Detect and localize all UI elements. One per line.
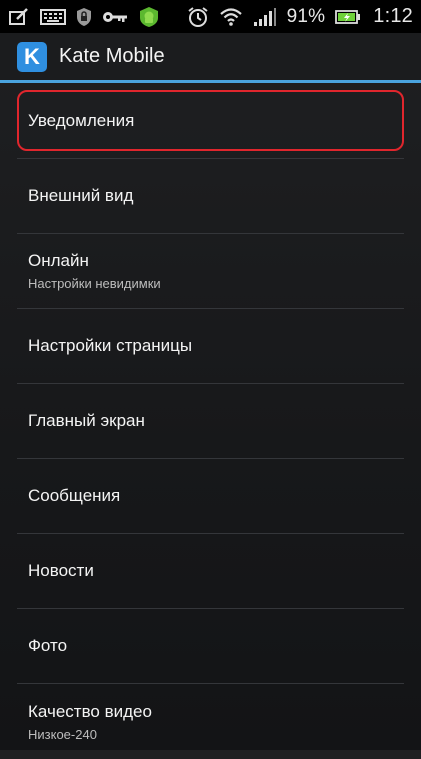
settings-item-home-screen[interactable]: Главный экран bbox=[17, 384, 404, 459]
shield-icon bbox=[76, 6, 92, 28]
settings-item-page-settings[interactable]: Настройки страницы bbox=[17, 309, 404, 384]
android-icon bbox=[138, 6, 160, 28]
keyboard-icon bbox=[40, 6, 66, 28]
action-bar: K Kate Mobile bbox=[0, 33, 421, 83]
settings-item-messages[interactable]: Сообщения bbox=[17, 459, 404, 534]
settings-list: Уведомления Внешний вид Онлайн Настройки… bbox=[0, 83, 421, 759]
status-bar: 91% 1:12 bbox=[0, 0, 421, 33]
battery-charging-icon bbox=[335, 6, 361, 28]
key-icon bbox=[102, 6, 128, 28]
settings-item-title: Онлайн bbox=[28, 251, 89, 270]
settings-item-notifications[interactable]: Уведомления bbox=[17, 83, 404, 159]
settings-item-title: Сообщения bbox=[28, 486, 121, 505]
settings-item-video-quality[interactable]: Качество видео Низкое-240 bbox=[17, 684, 404, 759]
status-right-icons: 91% 1:12 bbox=[187, 5, 413, 28]
wifi-icon bbox=[219, 6, 243, 28]
settings-item-online[interactable]: Онлайн Настройки невидимки bbox=[17, 234, 404, 309]
app-logo-icon[interactable]: K bbox=[17, 41, 47, 72]
settings-item-subtitle: Низкое-240 bbox=[28, 726, 97, 742]
settings-item-news[interactable]: Новости bbox=[17, 534, 404, 609]
settings-item-subtitle: Настройки невидимки bbox=[28, 276, 161, 291]
settings-item-appearance[interactable]: Внешний вид bbox=[17, 159, 404, 234]
signal-icon bbox=[253, 6, 277, 28]
settings-item-title: Главный экран bbox=[28, 411, 145, 430]
settings-item-title: Внешний вид bbox=[28, 186, 134, 205]
alarm-icon bbox=[187, 6, 209, 28]
settings-item-title: Фото bbox=[28, 636, 68, 655]
settings-item-title: Качество видео bbox=[28, 701, 152, 721]
settings-item-photo[interactable]: Фото bbox=[17, 609, 404, 684]
status-left-icons bbox=[8, 6, 160, 28]
app-logo-letter: K bbox=[24, 43, 40, 69]
app-title: Kate Mobile bbox=[59, 45, 165, 67]
clock: 1:12 bbox=[373, 5, 413, 27]
settings-item-title: Настройки страницы bbox=[28, 336, 193, 355]
settings-item-title: Новости bbox=[28, 561, 94, 580]
edit-note-icon bbox=[8, 6, 30, 28]
battery-percent: 91% bbox=[286, 5, 326, 27]
settings-item-title: Уведомления bbox=[28, 110, 135, 130]
